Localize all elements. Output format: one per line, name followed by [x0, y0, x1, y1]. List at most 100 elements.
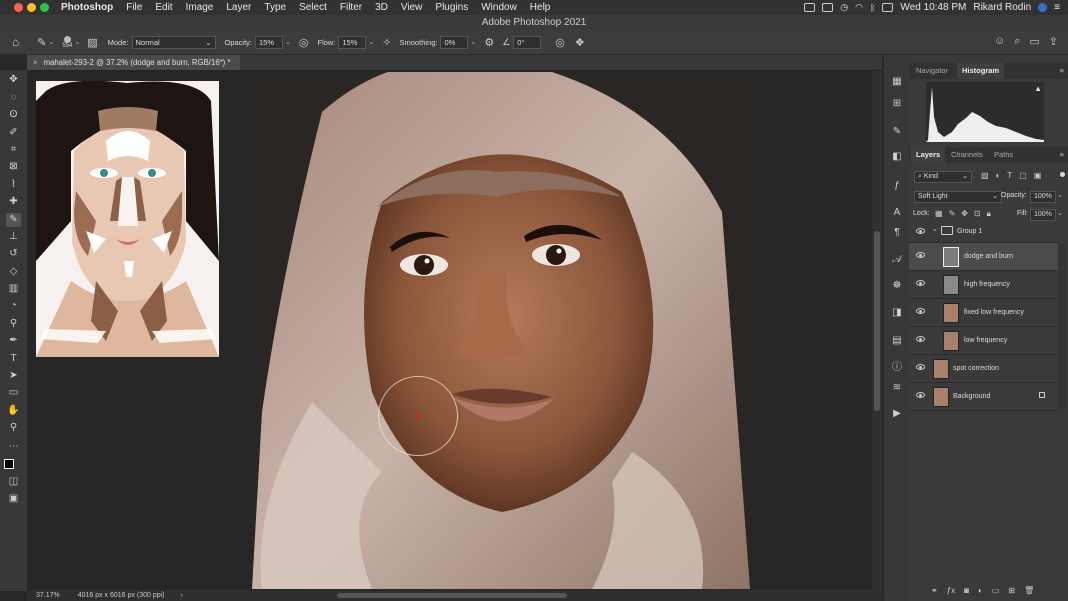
quick-selection-tool-icon[interactable]: ✐	[6, 126, 21, 140]
delete-layer-icon[interactable]: 🗑︎	[1024, 586, 1034, 595]
eye-icon[interactable]	[916, 228, 925, 234]
menubar-clock[interactable]: Wed 10:48 PM	[900, 2, 966, 13]
layer-row-spot-correction[interactable]: spot correction	[909, 355, 1058, 383]
dodge-tool-icon[interactable]: ⚲	[6, 317, 21, 331]
chevron-down-icon[interactable]: ⌄	[470, 38, 476, 46]
hand-tool-icon[interactable]: ✋	[6, 404, 21, 418]
lock-all-icon[interactable]: 🔒︎	[987, 209, 991, 219]
chevron-right-icon[interactable]: ›	[180, 592, 182, 599]
history-brush-tool-icon[interactable]: ↺	[6, 247, 21, 261]
menubar-user[interactable]: Rikard Rodin	[973, 2, 1031, 13]
gradient-tool-icon[interactable]: ▥	[6, 282, 21, 296]
brush-settings-icon[interactable]: ▨	[87, 36, 97, 49]
pressure-opacity-icon[interactable]: ◎	[299, 36, 309, 49]
brush-tool-icon[interactable]: ✎	[6, 213, 21, 227]
document-canvas-photo[interactable]	[252, 72, 750, 589]
search-icon[interactable]: ⌕	[1014, 35, 1020, 48]
menu-image[interactable]: Image	[186, 2, 214, 13]
chevron-down-icon[interactable]: ⌄	[285, 38, 291, 46]
adjustments-panel-icon[interactable]: ≋	[890, 381, 904, 395]
zoom-tool-icon[interactable]: ⚲	[6, 421, 21, 435]
clone-source-panel-icon[interactable]: ◧	[890, 150, 904, 164]
menu-type[interactable]: Type	[264, 2, 286, 13]
layer-row-dodge-and-burn[interactable]: dodge and burn	[909, 243, 1058, 271]
menu-layer[interactable]: Layer	[226, 2, 251, 13]
chevron-down-icon[interactable]: ⌄	[368, 38, 374, 46]
menu-app-name[interactable]: Photoshop	[61, 2, 113, 13]
bluetooth-icon[interactable]: ᛒ	[870, 3, 875, 13]
minimize-window-button[interactable]	[27, 3, 36, 12]
clock-history-icon[interactable]: ◷	[840, 2, 848, 13]
actions-play-icon[interactable]: ▶	[890, 407, 904, 421]
pressure-size-icon[interactable]: ◎	[555, 36, 565, 49]
new-adjustment-layer-icon[interactable]: ◐	[978, 586, 983, 595]
layers-scrollbar[interactable]	[1058, 243, 1066, 411]
panel-menu-icon[interactable]: ≡	[1060, 150, 1064, 159]
fill-input[interactable]: 100%	[1030, 209, 1056, 221]
filter-adjustment-icon[interactable]: ◐	[996, 171, 1001, 180]
zoom-window-button[interactable]	[40, 3, 49, 12]
chevron-down-icon[interactable]: ⌄	[74, 38, 80, 46]
chevron-down-icon[interactable]: ⌄	[932, 225, 938, 233]
home-icon[interactable]: ⌂	[12, 35, 19, 49]
brush-preset-panel-icon[interactable]: ▦	[890, 75, 904, 89]
close-tab-icon[interactable]: ×	[33, 58, 38, 67]
menu-select[interactable]: Select	[299, 2, 327, 13]
share-icon[interactable]: ⇪	[1049, 35, 1058, 48]
pen-tool-icon[interactable]: ✒	[6, 334, 21, 348]
tab-channels[interactable]: Channels	[946, 147, 988, 163]
clone-stamp-tool-icon[interactable]: ⊥	[6, 230, 21, 244]
siri-icon[interactable]	[1038, 3, 1048, 12]
filter-smart-object-icon[interactable]: ▣	[1034, 171, 1042, 180]
lock-image-icon[interactable]: ✎	[949, 209, 956, 219]
symmetry-icon[interactable]: ❖	[575, 36, 585, 49]
filter-type-icon[interactable]: T	[1007, 171, 1012, 180]
menu-help[interactable]: Help	[530, 2, 551, 13]
marquee-tool-icon[interactable]: ◌	[6, 91, 21, 105]
document-tab[interactable]: × mahalet-293-2 @ 37.2% (dodge and burn, …	[27, 55, 241, 70]
crop-tool-icon[interactable]: ⌗	[6, 143, 21, 157]
menu-window[interactable]: Window	[481, 2, 517, 13]
info-panel-icon[interactable]: ⓘ	[890, 361, 904, 375]
eye-icon[interactable]	[916, 280, 925, 286]
lock-transparent-icon[interactable]: ▦	[935, 209, 943, 219]
menu-view[interactable]: View	[401, 2, 423, 13]
layer-filter-kind[interactable]: ⌕ Kind ⌄	[914, 171, 972, 183]
angle-input[interactable]: 0°	[513, 35, 542, 49]
menu-3d[interactable]: 3D	[375, 2, 388, 13]
eye-icon[interactable]	[916, 252, 925, 258]
horizontal-scroll-thumb[interactable]	[337, 593, 567, 598]
more-tools-icon[interactable]: ⋯	[6, 440, 21, 454]
eraser-tool-icon[interactable]: ◇	[6, 265, 21, 279]
glyphs-panel-icon[interactable]: 𝒜	[890, 253, 904, 267]
new-layer-icon[interactable]: ⊞	[1008, 586, 1015, 595]
layer-row-group-1[interactable]: ⌄ Group 1	[909, 221, 1058, 243]
fx-panel-icon[interactable]: ƒ	[890, 179, 904, 193]
status-icon-1[interactable]	[804, 3, 816, 12]
healing-brush-tool-icon[interactable]: ✚	[6, 195, 21, 209]
lasso-tool-icon[interactable]: ʘ	[6, 108, 21, 122]
eye-icon[interactable]	[916, 336, 925, 342]
filter-pixel-icon[interactable]: ▨	[981, 171, 989, 180]
tab-histogram[interactable]: Histogram	[957, 63, 1005, 79]
layer-row-background[interactable]: Background	[909, 383, 1058, 411]
mode-select[interactable]: Normal ⌄	[131, 35, 216, 49]
grid-panel-icon[interactable]: ⊞	[890, 97, 904, 111]
screen-mode-icon[interactable]: ▣	[6, 492, 21, 506]
move-tool-icon[interactable]: ✥	[6, 73, 21, 87]
brush-tool-preset-icon[interactable]: ✎	[37, 36, 46, 49]
chevron-down-icon[interactable]: ⌄	[48, 38, 54, 46]
filter-toggle[interactable]	[1060, 172, 1065, 177]
filter-shape-icon[interactable]: ▢	[1019, 171, 1027, 180]
frame-tool-icon[interactable]: ⊠	[6, 160, 21, 174]
lock-artboard-icon[interactable]: ⊡	[974, 209, 981, 219]
blend-mode-select[interactable]: Soft Light ⌄	[914, 191, 1002, 203]
paragraph-panel-icon[interactable]: ¶	[890, 226, 904, 240]
layer-row-fixed-low-frequency[interactable]: fixed low frequency	[909, 299, 1058, 327]
layer-row-high-frequency[interactable]: high frequency	[909, 271, 1058, 299]
eyedropper-tool-icon[interactable]: ⌇	[6, 178, 21, 192]
blur-tool-icon[interactable]: ◔	[6, 299, 21, 313]
close-window-button[interactable]	[14, 3, 23, 12]
vertical-scroll-thumb[interactable]	[874, 231, 880, 411]
warning-icon[interactable]: ▲	[1034, 84, 1042, 93]
